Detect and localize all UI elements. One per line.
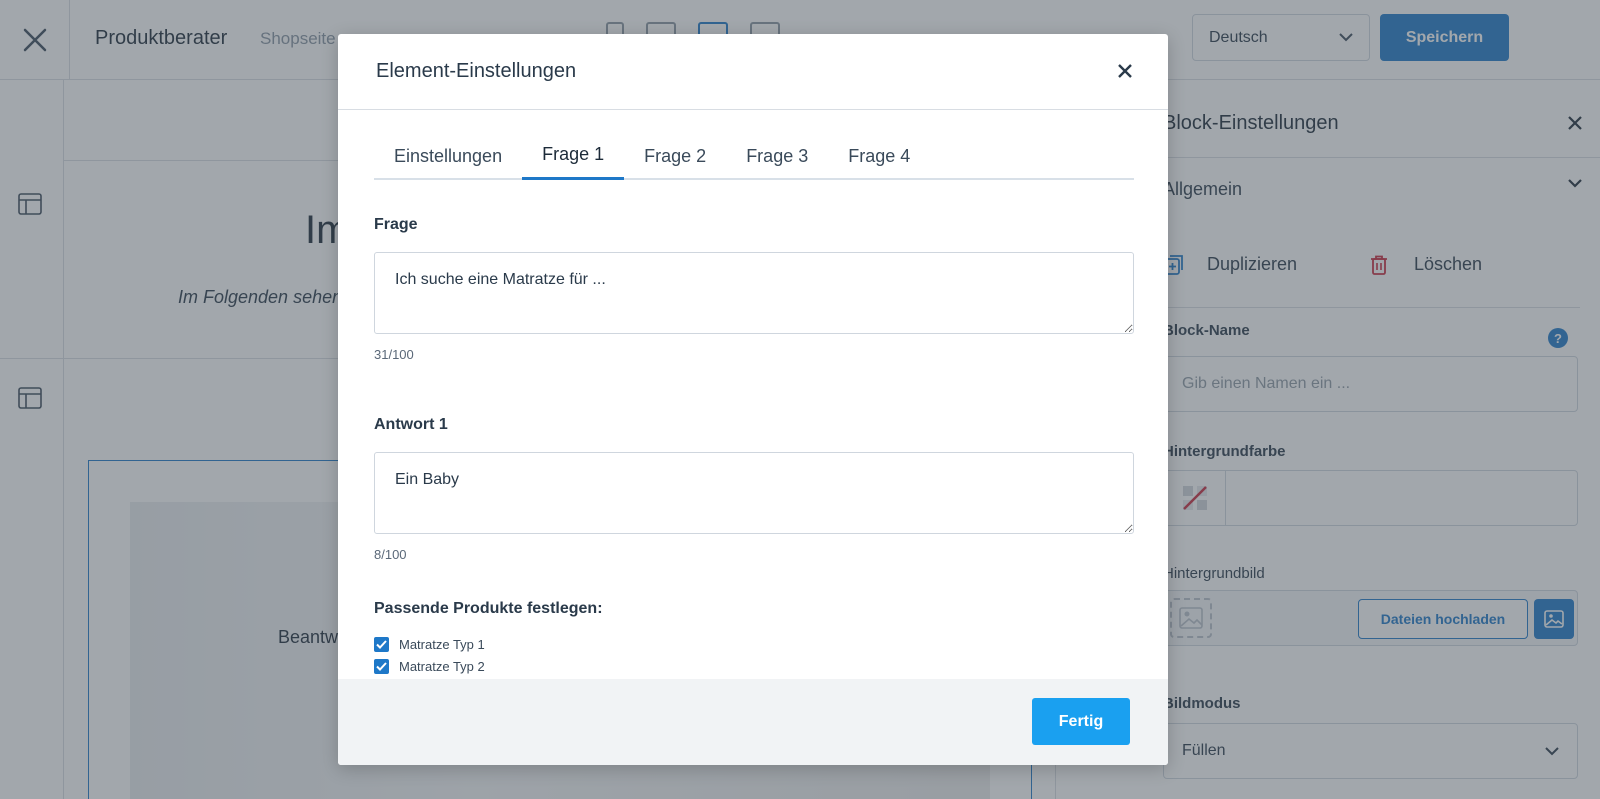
done-button[interactable]: Fertig <box>1032 698 1130 745</box>
checkmark-icon <box>376 640 387 649</box>
product-checkbox-item[interactable]: Matratze Typ 2 <box>374 659 485 674</box>
product-checkbox-item[interactable]: Matratze Typ 1 <box>374 637 485 652</box>
tab-frage-4[interactable]: Frage 4 <box>828 138 930 180</box>
checkbox-checked[interactable] <box>374 659 389 674</box>
modal-close-button[interactable] <box>1112 58 1138 84</box>
modal-header: Element-Einstellungen <box>338 34 1168 110</box>
close-icon <box>1118 64 1132 78</box>
element-settings-modal: Element-Einstellungen Einstellungen Frag… <box>338 34 1168 765</box>
modal-footer: Fertig <box>338 679 1168 765</box>
modal-title: Element-Einstellungen <box>376 60 577 82</box>
answer-char-counter: 8/100 <box>374 547 407 562</box>
tab-einstellungen[interactable]: Einstellungen <box>374 138 522 180</box>
product-label: Matratze Typ 2 <box>399 659 485 674</box>
question-label: Frage <box>374 216 418 233</box>
product-label: Matratze Typ 1 <box>399 637 485 652</box>
tab-frage-2[interactable]: Frage 2 <box>624 138 726 180</box>
tab-frage-3[interactable]: Frage 3 <box>726 138 828 180</box>
checkbox-checked[interactable] <box>374 637 389 652</box>
question-char-counter: 31/100 <box>374 347 414 362</box>
answer-textarea[interactable]: Ein Baby <box>374 452 1134 534</box>
answer-label: Antwort 1 <box>374 416 448 433</box>
checkmark-icon <box>376 662 387 671</box>
tab-frage-1[interactable]: Frage 1 <box>522 138 625 180</box>
question-textarea[interactable]: Ich suche eine Matratze für ... <box>374 252 1134 334</box>
products-label: Passende Produkte festlegen: <box>374 600 603 617</box>
modal-tabs: Einstellungen Frage 1 Frage 2 Frage 3 Fr… <box>374 138 1134 180</box>
